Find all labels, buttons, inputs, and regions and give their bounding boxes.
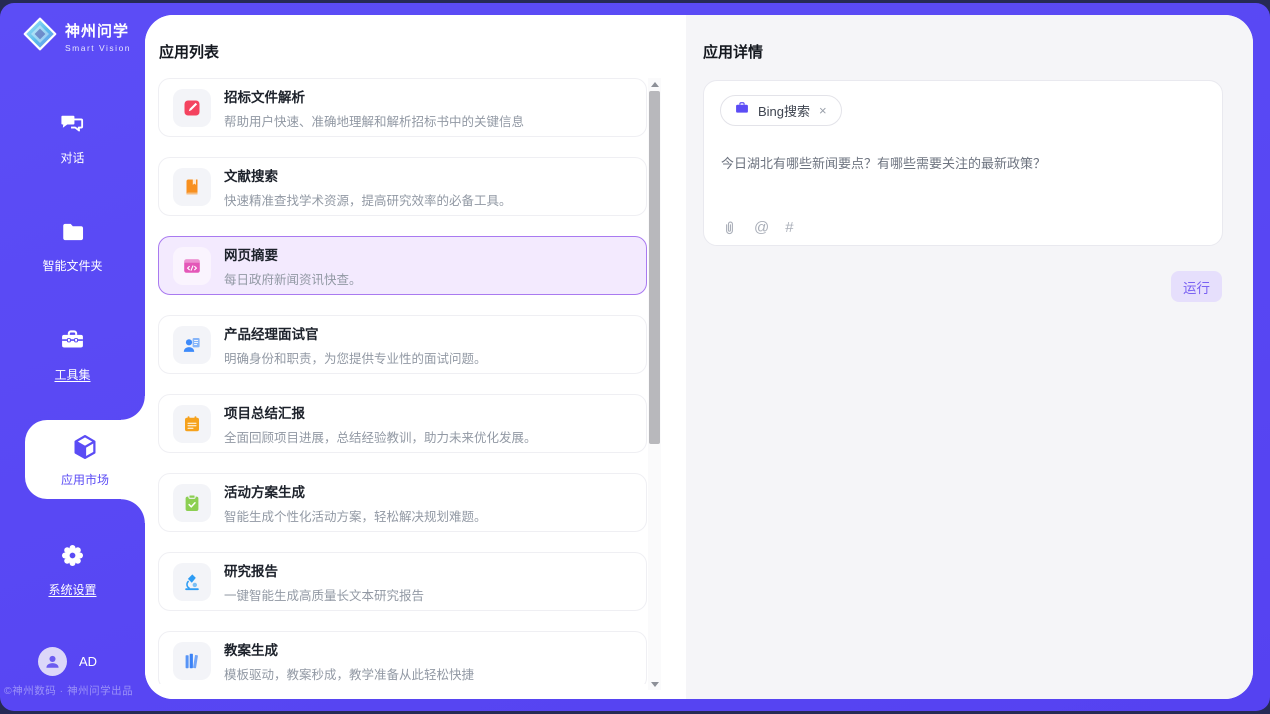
briefcase-icon xyxy=(734,100,750,121)
app-card-desc: 每日政府新闻资讯快查。 xyxy=(224,269,362,288)
clipboard-check-icon xyxy=(173,484,211,522)
app-list-section: 应用列表 招标文件解析 帮助用户快速、准确地理解和解析招标书中的关键信息 xyxy=(145,15,686,699)
avatar xyxy=(38,647,67,676)
app-card-name: 产品经理面试官 xyxy=(224,323,487,343)
user-initials: AD xyxy=(79,654,97,669)
sidebar-item-smart-folder[interactable]: 智能文件夹 xyxy=(0,219,145,274)
app-card-desc: 明确身份和职责，为您提供专业性的面试问题。 xyxy=(224,348,487,367)
mention-at-icon[interactable]: @ xyxy=(754,220,769,235)
sidebar-item-label: 系统设置 xyxy=(48,581,96,598)
app-card-bid-parse[interactable]: 招标文件解析 帮助用户快速、准确地理解和解析招标书中的关键信息 xyxy=(158,78,647,137)
app-detail-title: 应用详情 xyxy=(703,41,763,62)
browser-code-icon xyxy=(173,247,211,285)
app-card-web-summary[interactable]: 网页摘要 每日政府新闻资讯快查。 xyxy=(158,236,647,295)
tool-tag-label: Bing搜索 xyxy=(758,101,810,120)
app-card-desc: 帮助用户快速、准确地理解和解析招标书中的关键信息 xyxy=(224,111,524,130)
brand-text: 神州问学 Smart Vision xyxy=(65,20,131,53)
sidebar-item-toolset[interactable]: 工具集 xyxy=(0,327,145,383)
app-card-name: 项目总结汇报 xyxy=(224,402,537,422)
app-card-desc: 一键智能生成高质量长文本研究报告 xyxy=(224,585,424,604)
sidebar-item-label: 工具集 xyxy=(54,366,90,383)
paperclip-icon[interactable] xyxy=(721,219,738,236)
list-scrollbar[interactable] xyxy=(648,78,661,690)
prompt-toolbar: @ # xyxy=(721,219,794,236)
app-card-name: 招标文件解析 xyxy=(224,86,524,106)
gem-logo-icon xyxy=(22,16,58,57)
report-icon xyxy=(173,405,211,443)
close-icon[interactable]: × xyxy=(818,103,828,118)
user-account[interactable]: AD xyxy=(38,647,97,676)
app-card-name: 研究报告 xyxy=(224,560,424,580)
app-card-name: 活动方案生成 xyxy=(224,481,487,501)
app-list-viewport: 招标文件解析 帮助用户快速、准确地理解和解析招标书中的关键信息 文献搜索 xyxy=(158,78,647,684)
sidebar-item-chat[interactable]: 对话 xyxy=(0,110,145,166)
book-icon xyxy=(173,168,211,206)
app-card-pm-interviewer[interactable]: 产品经理面试官 明确身份和职责，为您提供专业性的面试问题。 xyxy=(158,315,647,374)
sidebar-item-label: 智能文件夹 xyxy=(42,257,102,274)
prompt-card: Bing搜索 × 今日湖北有哪些新闻要点？有哪些需要关注的最新政策？ @ # xyxy=(703,80,1223,246)
cube-icon xyxy=(70,432,100,467)
scroll-down-arrow-icon[interactable] xyxy=(648,678,661,690)
app-card-event-plan[interactable]: 活动方案生成 智能生成个性化活动方案，轻松解决规划难题。 xyxy=(158,473,647,532)
app-window: 神州问学 Smart Vision 对话 智能文件夹 xyxy=(0,3,1270,711)
brand-logo: 神州问学 Smart Vision xyxy=(22,16,131,57)
app-card-desc: 全面回顾项目进展，总结经验教训，助力未来优化发展。 xyxy=(224,427,537,446)
app-card-lesson-plan[interactable]: 教案生成 模板驱动，教案秒成，教学准备从此轻松快捷 xyxy=(158,631,647,684)
app-card-literature-search[interactable]: 文献搜索 快速精准查找学术资源，提高研究效率的必备工具。 xyxy=(158,157,647,216)
sidebar-item-app-market[interactable]: 应用市场 xyxy=(25,420,145,499)
app-list-title: 应用列表 xyxy=(159,41,219,62)
app-card-name: 教案生成 xyxy=(224,639,474,659)
document-edit-icon xyxy=(173,89,211,127)
sidebar: 神州问学 Smart Vision 对话 智能文件夹 xyxy=(0,3,145,711)
app-card-name: 文献搜索 xyxy=(224,165,512,185)
microscope-icon xyxy=(173,563,211,601)
app-card-project-summary[interactable]: 项目总结汇报 全面回顾项目进展，总结经验教训，助力未来优化发展。 xyxy=(158,394,647,453)
hash-icon[interactable]: # xyxy=(785,220,793,235)
app-card-desc: 智能生成个性化活动方案，轻松解决规划难题。 xyxy=(224,506,487,525)
tool-tag-bing-search[interactable]: Bing搜索 × xyxy=(720,95,842,126)
sidebar-item-label: 对话 xyxy=(60,149,84,166)
chat-icon xyxy=(59,110,86,142)
app-card-research-report[interactable]: 研究报告 一键智能生成高质量长文本研究报告 xyxy=(158,552,647,611)
scroll-up-arrow-icon[interactable] xyxy=(648,78,661,90)
toolbox-icon xyxy=(59,327,86,359)
interviewer-icon xyxy=(173,326,211,364)
scrollbar-thumb[interactable] xyxy=(649,91,660,444)
folder-icon xyxy=(60,219,86,250)
gear-icon xyxy=(59,542,86,574)
run-button[interactable]: 运行 xyxy=(1171,271,1222,302)
books-icon xyxy=(173,642,211,680)
sidebar-item-label: 应用市场 xyxy=(61,471,109,488)
copyright-text: ©神州数码 · 神州问学出品 xyxy=(4,683,144,698)
app-detail-section: 应用详情 Bing搜索 × 今日湖北有哪些新闻要点？有哪些需要关注的最新政策？ xyxy=(686,15,1253,699)
prompt-input[interactable]: 今日湖北有哪些新闻要点？有哪些需要关注的最新政策？ xyxy=(721,153,1201,172)
main-panel: 应用列表 招标文件解析 帮助用户快速、准确地理解和解析招标书中的关键信息 xyxy=(145,15,1253,699)
brand-subtitle: Smart Vision xyxy=(65,43,131,53)
app-card-desc: 模板驱动，教案秒成，教学准备从此轻松快捷 xyxy=(224,664,474,683)
app-card-desc: 快速精准查找学术资源，提高研究效率的必备工具。 xyxy=(224,190,512,209)
app-card-name: 网页摘要 xyxy=(224,244,362,264)
brand-name: 神州问学 xyxy=(65,20,131,41)
sidebar-item-settings[interactable]: 系统设置 xyxy=(0,542,145,598)
